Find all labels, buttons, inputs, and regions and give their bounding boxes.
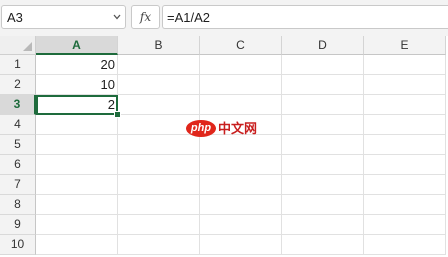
watermark-text: 中文网 — [218, 121, 258, 136]
cell-d9[interactable] — [282, 215, 364, 235]
cell-a1[interactable]: 20 — [36, 55, 118, 75]
cell-e1[interactable] — [364, 55, 446, 75]
row-header-2[interactable]: 2 — [0, 75, 36, 95]
cell-c6[interactable] — [200, 155, 282, 175]
cell-d10[interactable] — [282, 235, 364, 255]
cell-e2[interactable] — [364, 75, 446, 95]
cell-a8[interactable] — [36, 195, 118, 215]
cell-c8[interactable] — [200, 195, 282, 215]
insert-function-button[interactable]: fx — [131, 5, 160, 29]
cell-d2[interactable] — [282, 75, 364, 95]
row-header-9[interactable]: 9 — [0, 215, 36, 235]
cell-c7[interactable] — [200, 175, 282, 195]
cell-b6[interactable] — [118, 155, 200, 175]
row-header-5[interactable]: 5 — [0, 135, 36, 155]
cell-d3[interactable] — [282, 95, 364, 115]
cell-d4[interactable] — [282, 115, 364, 135]
row-header-4[interactable]: 4 — [0, 115, 36, 135]
column-header-c[interactable]: C — [200, 36, 282, 55]
cell-a2[interactable]: 10 — [36, 75, 118, 95]
cell-e4[interactable] — [364, 115, 446, 135]
cell-e3[interactable] — [364, 95, 446, 115]
cell-a9[interactable] — [36, 215, 118, 235]
spreadsheet-window: A3 fx =A1/A2 A B C D E 1 20 2 10 3 2 4 5 6 7 8 9 10 php 中… — [0, 0, 448, 257]
formula-text: =A1/A2 — [167, 10, 211, 25]
cell-e10[interactable] — [364, 235, 446, 255]
cell-b3[interactable] — [118, 95, 200, 115]
formula-bar: A3 fx =A1/A2 — [0, 0, 448, 37]
cell-c3[interactable] — [200, 95, 282, 115]
cell-e6[interactable] — [364, 155, 446, 175]
cell-d6[interactable] — [282, 155, 364, 175]
cell-c10[interactable] — [200, 235, 282, 255]
cell-b2[interactable] — [118, 75, 200, 95]
row-header-6[interactable]: 6 — [0, 155, 36, 175]
watermark-php-logo: php — [186, 120, 216, 137]
cell-a7[interactable] — [36, 175, 118, 195]
column-header-d[interactable]: D — [282, 36, 364, 55]
cell-d8[interactable] — [282, 195, 364, 215]
row-header-8[interactable]: 8 — [0, 195, 36, 215]
cell-c9[interactable] — [200, 215, 282, 235]
cell-e9[interactable] — [364, 215, 446, 235]
cell-a5[interactable] — [36, 135, 118, 155]
cell-c2[interactable] — [200, 75, 282, 95]
cell-a3[interactable]: 2 — [36, 95, 118, 115]
cell-grid: A B C D E 1 20 2 10 3 2 4 5 6 7 8 9 10 — [0, 36, 448, 257]
cell-a4[interactable] — [36, 115, 118, 135]
row-header-1[interactable]: 1 — [0, 55, 36, 75]
select-all-triangle-icon — [23, 42, 32, 51]
cell-d1[interactable] — [282, 55, 364, 75]
cell-e8[interactable] — [364, 195, 446, 215]
cell-b9[interactable] — [118, 215, 200, 235]
chevron-down-icon[interactable] — [112, 10, 122, 24]
cell-b10[interactable] — [118, 235, 200, 255]
cell-b7[interactable] — [118, 175, 200, 195]
cell-d5[interactable] — [282, 135, 364, 155]
formula-input[interactable]: =A1/A2 — [162, 5, 448, 29]
fill-handle[interactable] — [114, 111, 121, 118]
select-all-button[interactable] — [0, 36, 36, 55]
cell-a6[interactable] — [36, 155, 118, 175]
column-header-a[interactable]: A — [36, 36, 118, 55]
cell-b1[interactable] — [118, 55, 200, 75]
cell-e7[interactable] — [364, 175, 446, 195]
cell-b8[interactable] — [118, 195, 200, 215]
watermark-logo: php 中文网 — [186, 120, 266, 140]
row-header-7[interactable]: 7 — [0, 175, 36, 195]
cell-e5[interactable] — [364, 135, 446, 155]
name-box[interactable]: A3 — [1, 5, 126, 29]
row-header-10[interactable]: 10 — [0, 235, 36, 255]
cell-c1[interactable] — [200, 55, 282, 75]
column-header-b[interactable]: B — [118, 36, 200, 55]
column-header-e[interactable]: E — [364, 36, 446, 55]
cell-d7[interactable] — [282, 175, 364, 195]
cell-a10[interactable] — [36, 235, 118, 255]
name-box-value: A3 — [7, 10, 23, 25]
row-header-3[interactable]: 3 — [0, 95, 36, 115]
